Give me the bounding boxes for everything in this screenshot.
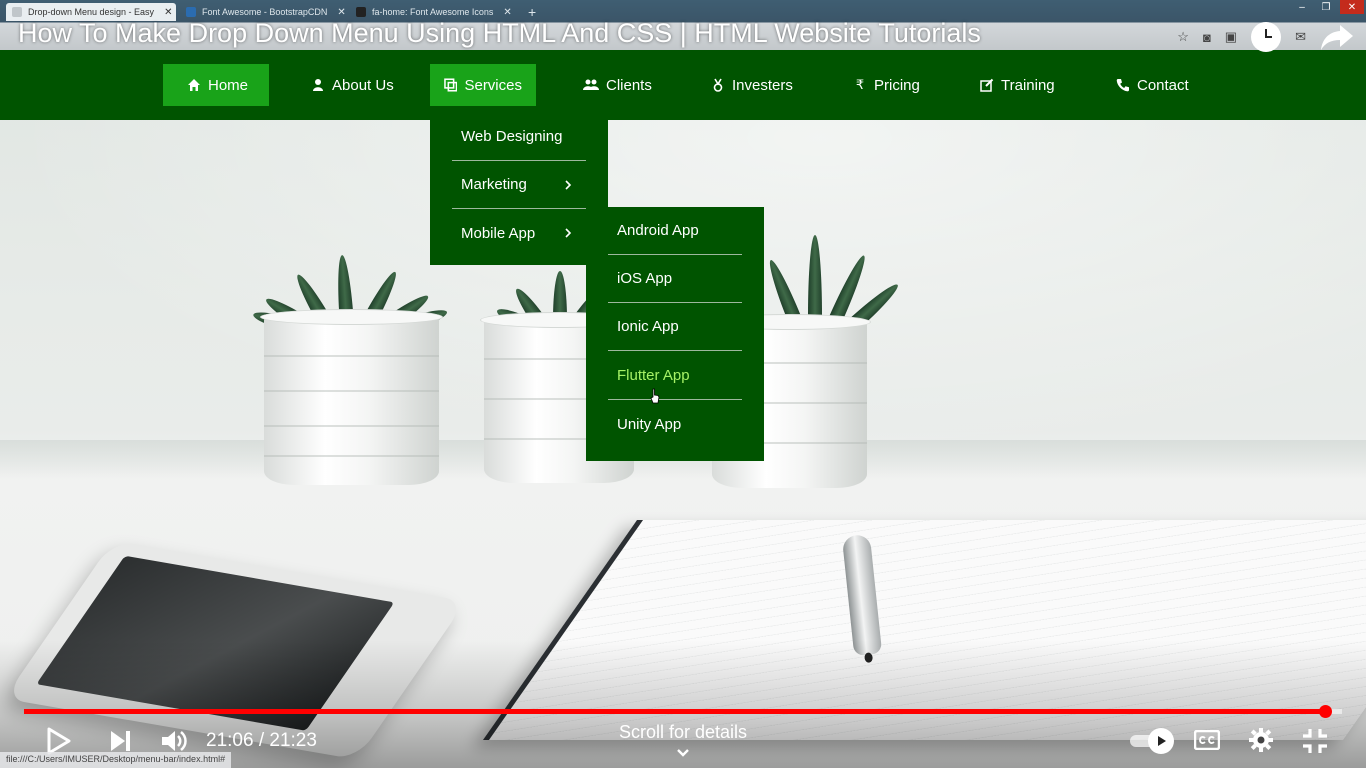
dropdown-item-marketing[interactable]: Marketing [452,161,586,209]
restore-button[interactable]: ❐ [1314,0,1338,14]
status-bar-url: file:///C:/Users/IMUSER/Desktop/menu-bar… [0,752,232,768]
nav-label-home: Home [208,76,249,94]
submenu-label: Unity App [617,415,682,433]
tab-title: fa-home: Font Awesome Icons [372,7,494,17]
nav-label-training: Training [1001,76,1055,94]
user-icon [313,79,323,91]
nav-label-investers: Investers [732,76,793,94]
tab-title: Drop-down Menu design - Easy [28,7,155,17]
nav-item-contact[interactable]: Contact [1102,64,1203,106]
nav-item-home[interactable]: Home [163,64,269,106]
close-window-button[interactable]: ✕ [1340,0,1364,14]
submenu-item-ios-app[interactable]: iOS App [608,255,742,303]
dropdown-label: Marketing [461,176,527,193]
close-icon[interactable]: ✕ [503,7,511,18]
captions-icon[interactable] [1194,730,1220,750]
nav-item-services[interactable]: Services [430,64,536,106]
font-awesome-icon [356,7,366,17]
submenu-item-android-app[interactable]: Android App [608,207,742,255]
chevron-down-icon[interactable] [676,746,690,760]
page-icon [12,7,22,17]
submenu-label: Ionic App [617,318,679,335]
submenu-label: Android App [617,222,699,239]
rupee-icon: ₹ [855,77,865,92]
services-dropdown: Web Designing Marketing Mobile App [430,120,608,265]
share-icon[interactable] [1320,23,1354,51]
submenu-label: Flutter App [617,367,690,384]
nav-item-pricing[interactable]: ₹ Pricing [839,64,934,106]
submenu-label: iOS App [617,270,673,287]
nav-item-clients[interactable]: Clients [569,64,666,106]
extension-icon[interactable]: ▣ [1225,29,1237,45]
nav-item-investers[interactable]: Investers [697,64,807,106]
progress-scrubber[interactable] [1318,705,1332,718]
star-icon[interactable]: ☆ [1177,29,1189,45]
video-title[interactable]: How To Make Drop Down Menu Using HTML An… [18,18,981,49]
submenu-item-flutter-app[interactable]: Flutter App [608,352,742,400]
hand-cursor-icon [650,388,660,404]
nav-label-clients: Clients [606,76,652,94]
camera-icon[interactable]: ◙ [1203,30,1211,45]
submenu-item-unity-app[interactable]: Unity App [608,400,742,448]
mail-icon[interactable]: ✉ [1295,29,1306,45]
bootstrap-icon [186,7,196,17]
close-icon[interactable]: ✕ [164,7,172,18]
plant-right [760,230,903,331]
edit-icon [980,78,994,92]
dropdown-item-web-designing[interactable]: Web Designing [452,113,586,161]
exit-fullscreen-icon[interactable] [1302,728,1328,754]
watch-later-icon[interactable] [1251,22,1282,52]
minimize-button[interactable]: – [1290,0,1314,14]
nav-label-services: Services [464,76,522,94]
video-top-actions: ☆ ◙ ▣ ✉ [1177,22,1354,52]
play-small-icon [1158,736,1166,746]
close-icon[interactable]: ✕ [337,7,345,18]
clone-icon [444,78,458,92]
nav-label-pricing: Pricing [874,76,920,94]
nav-label-about-us: About Us [332,76,394,94]
dropdown-item-mobile-app[interactable]: Mobile App [452,209,586,257]
tab-title: Font Awesome - BootstrapCDN [202,7,328,17]
submenu-item-ionic-app[interactable]: Ionic App [608,303,742,351]
pot-left [260,309,443,485]
chevron-right-icon [565,179,572,190]
dropdown-label: Web Designing [461,128,563,145]
nav-item-training[interactable]: Training [966,64,1069,106]
video-progress-bar[interactable] [24,705,1342,718]
chevron-right-icon [565,228,572,238]
settings-gear-icon[interactable] [1248,727,1274,753]
medal-icon [713,78,723,92]
main-navbar: Home About Us Services Clients Investers… [0,50,1366,120]
nav-item-about-us[interactable]: About Us [297,64,408,106]
progress-played [24,709,1325,714]
dropdown-label: Mobile App [461,224,536,242]
autoplay-toggle[interactable] [1130,728,1174,754]
nav-label-contact: Contact [1137,76,1189,94]
home-icon [188,79,200,91]
users-icon [583,79,599,90]
mobile-app-submenu: Android App iOS App Ionic App Flutter Ap… [586,207,764,461]
phone-icon [1116,79,1129,92]
